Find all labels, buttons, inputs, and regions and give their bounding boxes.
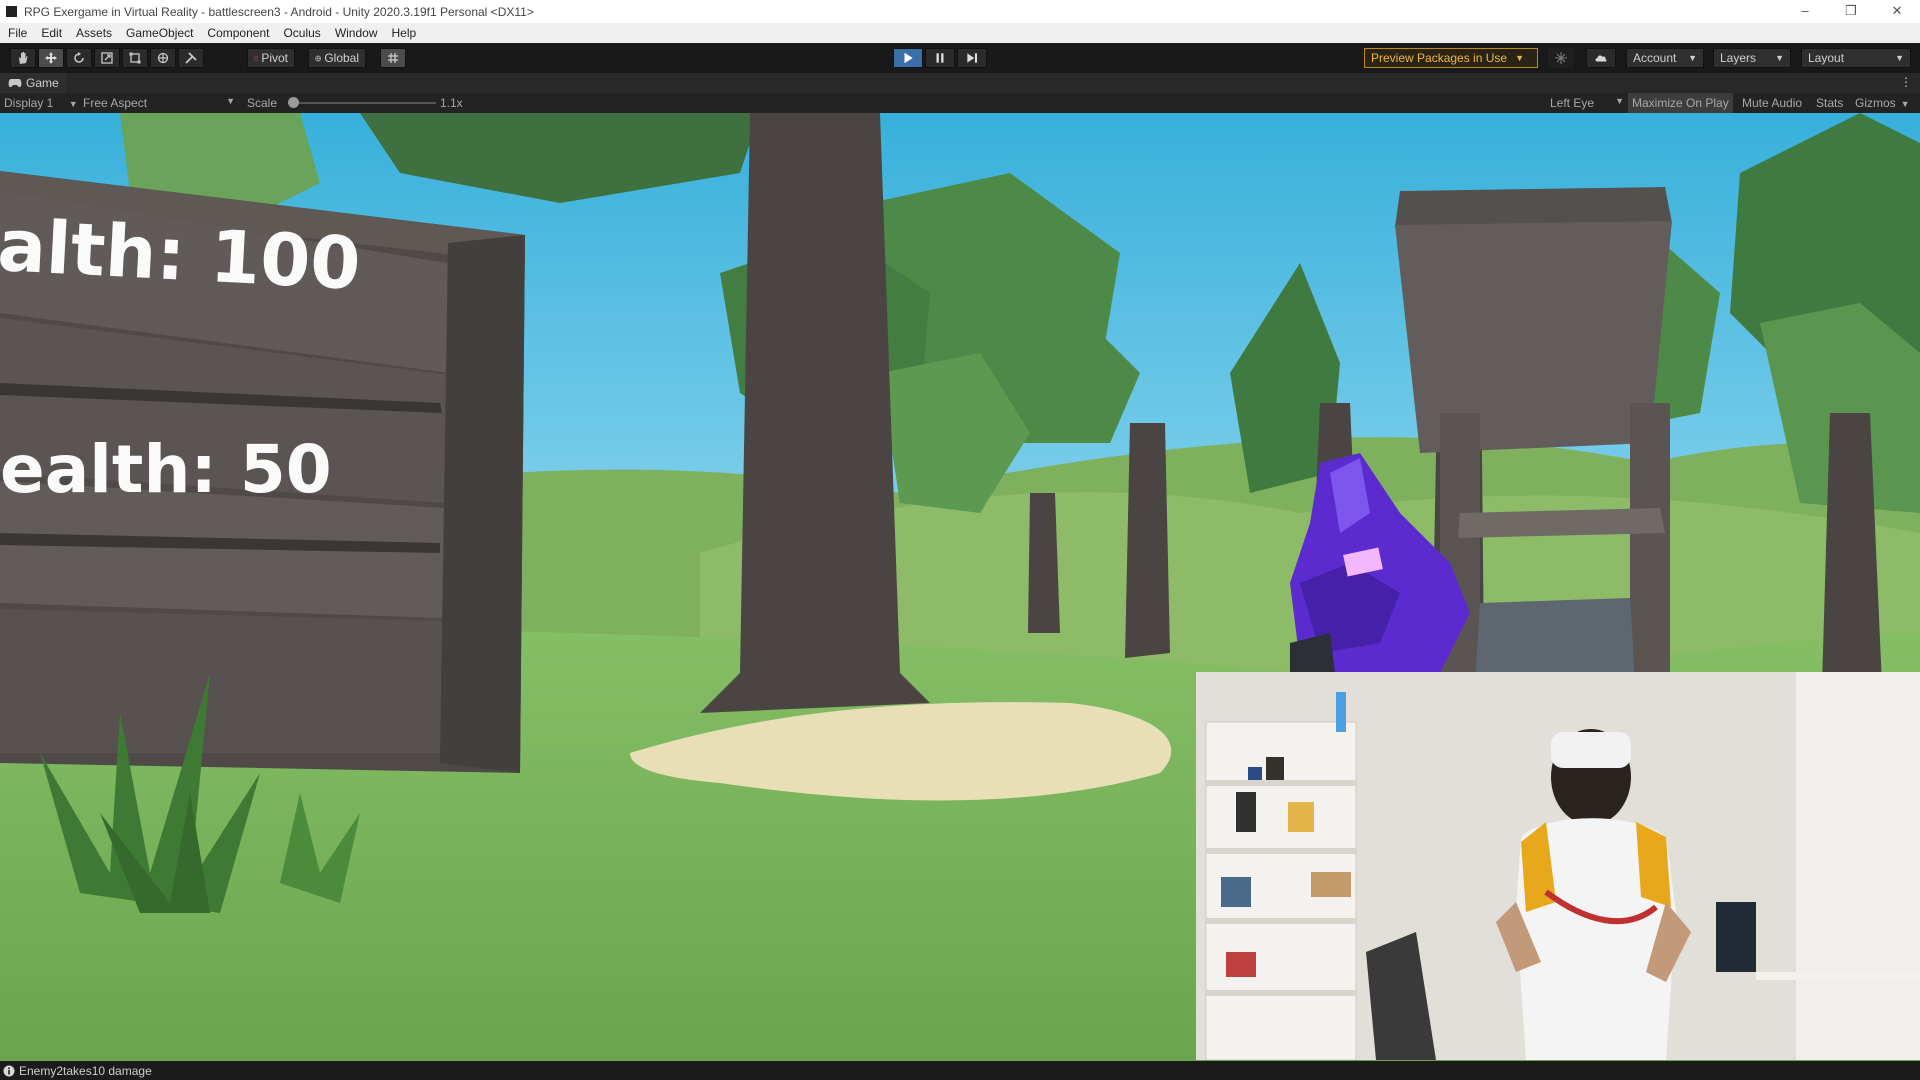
menu-window[interactable]: Window xyxy=(328,26,385,40)
display-label: Display 1 xyxy=(4,96,54,110)
unity-logo-icon xyxy=(6,6,17,17)
main-toolbar: Pivot Global Preview Packages in Use ▼ A… xyxy=(0,43,1920,73)
close-button[interactable]: ✕ xyxy=(1874,0,1920,23)
menu-assets[interactable]: Assets xyxy=(69,26,119,40)
webcam-feed xyxy=(1196,672,1920,1060)
info-icon xyxy=(3,1065,15,1076)
play-button[interactable] xyxy=(893,48,923,68)
scale-slider-thumb[interactable] xyxy=(287,97,299,108)
preview-packages-button[interactable]: Preview Packages in Use ▼ xyxy=(1364,48,1538,68)
transform-tool-button[interactable] xyxy=(150,48,176,68)
game-tab-bar: Game ⋮ xyxy=(0,73,1920,93)
pause-button[interactable] xyxy=(925,48,955,68)
layout-dropdown[interactable]: Layout ▼ xyxy=(1801,48,1911,68)
window-title: RPG Exergame in Virtual Reality - battle… xyxy=(24,4,534,19)
game-tab[interactable]: Game xyxy=(0,73,67,93)
global-label: Global xyxy=(324,51,359,65)
grid-snap-button[interactable] xyxy=(380,48,406,68)
menu-gameobject[interactable]: GameObject xyxy=(119,26,200,40)
move-icon xyxy=(45,52,57,64)
chevron-down-icon: ▼ xyxy=(1900,99,1910,109)
custom-tool-button[interactable] xyxy=(178,48,204,68)
chevron-down-icon: ▼ xyxy=(1515,53,1524,63)
bookshelf xyxy=(1205,692,1357,1060)
game-view-controls: Display 1 ▼ Free Aspect ▼ Scale 1.1x Left… xyxy=(0,93,1920,113)
menu-oculus[interactable]: Oculus xyxy=(276,26,327,40)
tools-icon xyxy=(185,52,197,64)
scale-tool-button[interactable] xyxy=(94,48,120,68)
play-icon xyxy=(904,52,913,64)
maximize-label: Maximize On Play xyxy=(1632,96,1729,110)
pause-icon xyxy=(936,53,944,63)
gizmos-dropdown[interactable]: Gizmos ▼ xyxy=(1855,96,1910,110)
aspect-label: Free Aspect xyxy=(83,96,148,110)
monitor xyxy=(1716,902,1756,972)
globe-icon xyxy=(315,55,322,62)
window-controls: – ❐ ✕ xyxy=(1782,0,1920,23)
rotate-icon xyxy=(74,52,84,63)
hand-tool-button[interactable] xyxy=(10,48,36,68)
rotate-tool-button[interactable] xyxy=(66,48,92,68)
rect-transform-icon xyxy=(129,52,141,64)
menu-bar: File Edit Assets GameObject Component Oc… xyxy=(0,23,1920,43)
step-button[interactable] xyxy=(957,48,987,68)
scale-icon xyxy=(101,52,113,64)
layers-label: Layers xyxy=(1720,51,1757,65)
chevron-down-icon: ▼ xyxy=(1688,53,1697,63)
account-label: Account xyxy=(1633,51,1677,65)
pivot-label: Pivot xyxy=(261,51,288,65)
hand-icon xyxy=(19,52,28,64)
eye-label: Left Eye xyxy=(1550,96,1595,110)
step-icon xyxy=(967,53,978,63)
chevron-down-icon: ▼ xyxy=(1895,53,1904,63)
pivot-icon xyxy=(254,56,259,60)
game-tab-label: Game xyxy=(26,76,59,90)
scale-label: Scale xyxy=(247,96,278,110)
sparkle-icon xyxy=(1555,52,1567,64)
webcam-overlay xyxy=(1196,672,1920,1060)
chevron-down-icon: ▼ xyxy=(226,96,235,106)
chevron-down-icon: ▼ xyxy=(1775,53,1784,63)
grid-icon xyxy=(388,53,398,63)
layers-dropdown[interactable]: Layers ▼ xyxy=(1713,48,1791,68)
menu-help[interactable]: Help xyxy=(385,26,424,40)
pivot-toggle[interactable]: Pivot xyxy=(247,48,295,68)
more-options-icon[interactable]: ⋮ xyxy=(1900,75,1912,89)
preview-packages-label: Preview Packages in Use xyxy=(1371,51,1508,65)
rect-tool-button[interactable] xyxy=(122,48,148,68)
transform-icon xyxy=(157,52,169,64)
chevron-down-icon: ▼ xyxy=(68,99,78,109)
layout-label: Layout xyxy=(1808,51,1845,65)
move-tool-button[interactable] xyxy=(38,48,64,68)
global-toggle[interactable]: Global xyxy=(308,48,366,68)
account-dropdown[interactable]: Account ▼ xyxy=(1626,48,1704,68)
mute-audio-toggle[interactable]: Mute Audio xyxy=(1742,96,1802,110)
stats-toggle[interactable]: Stats xyxy=(1816,96,1843,110)
restore-button[interactable]: ❐ xyxy=(1828,0,1874,23)
menu-component[interactable]: Component xyxy=(200,26,276,40)
console-status-bar[interactable]: Enemy2takes10 damage xyxy=(0,1061,1920,1080)
desk xyxy=(1756,972,1920,980)
gizmos-label: Gizmos xyxy=(1855,96,1896,110)
minimize-button[interactable]: – xyxy=(1782,0,1828,23)
menu-edit[interactable]: Edit xyxy=(34,26,69,40)
stats-label: Stats xyxy=(1816,96,1844,110)
eye-dropdown[interactable]: Left Eye ▼ xyxy=(1550,96,1624,110)
chevron-down-icon: ▼ xyxy=(1615,96,1624,106)
status-message: Enemy2takes10 damage xyxy=(19,1063,152,1078)
mute-label: Mute Audio xyxy=(1742,96,1803,110)
gamepad-icon xyxy=(8,79,22,88)
cloud-button[interactable] xyxy=(1586,48,1616,68)
aspect-dropdown[interactable]: Free Aspect ▼ xyxy=(83,96,235,110)
collab-button[interactable] xyxy=(1548,48,1574,68)
scale-value: 1.1x xyxy=(440,96,463,110)
menu-file[interactable]: File xyxy=(0,26,34,40)
maximize-on-play-toggle[interactable]: Maximize On Play xyxy=(1628,93,1733,113)
scale-slider[interactable] xyxy=(287,97,436,108)
display-dropdown[interactable]: Display 1 ▼ xyxy=(4,96,78,110)
window-title-bar: RPG Exergame in Virtual Reality - battle… xyxy=(0,0,1920,23)
cloud-icon xyxy=(1595,55,1607,62)
enemy-health-label: ealth: 50 xyxy=(0,431,332,508)
